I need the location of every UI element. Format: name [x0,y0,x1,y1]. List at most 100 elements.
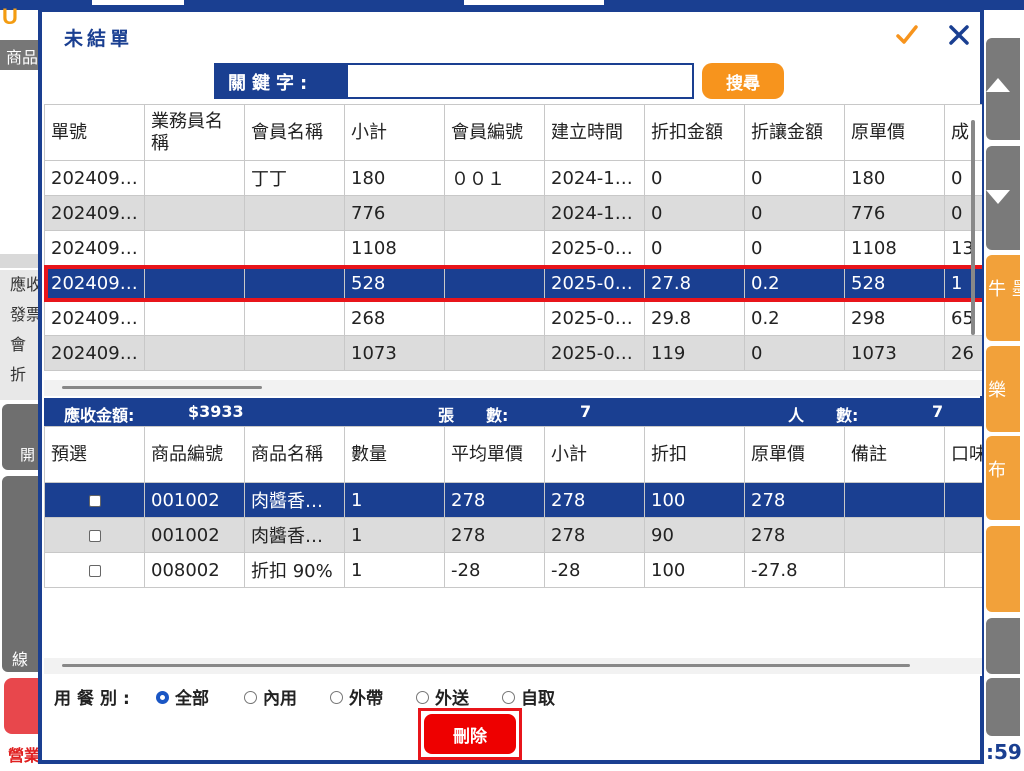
people-count-label: 人 數: [788,406,859,425]
category-button[interactable]: 布 [986,436,1020,520]
scroll-down-button[interactable] [986,146,1020,250]
table-cell: 26 [944,335,982,371]
table-row[interactable]: 202409… 268 2025-06… 29.8 0.2 298 65 [44,300,982,336]
table-cell [44,552,145,588]
items-grid: 預選商品編號商品名稱數量平均單價小計折扣原單價備註口味001002肉醬香腸…12… [44,426,982,588]
table-row[interactable]: 202409… 528 2025-06… 27.8 0.2 528 1 [44,264,982,302]
app-tab[interactable] [464,0,604,5]
column-header[interactable]: 成 [944,104,982,161]
meal-option-all[interactable]: 全部 [156,684,209,709]
table-cell: 278 [544,482,645,518]
column-header[interactable]: 小計 [344,104,445,161]
table-cell: -28 [544,552,645,588]
meal-option-pickup[interactable]: 自取 [502,684,555,709]
column-header[interactable]: 業務員名稱 [144,104,245,161]
column-header[interactable]: 會員編號 [444,104,545,161]
table-cell: 2025-06… [544,300,645,336]
category-button[interactable] [986,526,1020,612]
table-row[interactable]: 202409… 1073 2025-07… 119 0 1073 26 [44,335,982,371]
header-row: 預選商品編號商品名稱數量平均單價小計折扣原單價備註口味 [44,426,982,483]
table-cell [844,552,945,588]
preselect-checkbox[interactable] [88,529,101,542]
delete-button[interactable]: 刪除 [424,714,516,754]
table-cell [444,335,545,371]
table-cell: 1108 [344,230,445,266]
table-cell: 0 [944,195,982,231]
check-icon[interactable] [894,22,920,48]
table-cell: 0 [644,160,745,196]
table-cell: 278 [444,517,545,553]
column-header[interactable]: 口味 [944,426,982,483]
radio-icon [156,690,169,704]
table-cell: 202409… [44,300,145,336]
meal-option-takeout[interactable]: 外帶 [330,684,383,709]
items-table: 預選商品編號商品名稱數量平均單價小計折扣原單價備註口味001002肉醬香腸…12… [44,426,982,676]
table-cell [244,230,345,266]
table-row[interactable]: 202409… 丁丁 180 ００１ 2024-11… 0 0 180 0 [44,160,982,196]
category-button[interactable]: 樂 [986,346,1020,432]
table-cell: 001002 [144,482,245,518]
table-cell: 2025-06… [544,265,645,301]
table-cell [144,195,245,231]
table-cell: -27.8 [744,552,845,588]
unsettled-orders-dialog: 未結單 關鍵字: 搜尋 單號 業務員名稱 會員名稱 小計 會員編號 建立時間 折扣金額 折讓金… [38,8,984,764]
table-row[interactable]: 008002 折扣 90% 1 -28 -28 100 -27.8 [44,552,982,588]
column-header[interactable]: 會員名稱 [244,104,345,161]
scroll-up-button[interactable] [986,38,1020,140]
function-button[interactable] [986,678,1020,736]
preselect-checkbox[interactable] [88,564,101,577]
table-row[interactable]: 001002 肉醬香腸… 1 278 278 90 278 [44,517,982,553]
table-cell: 0 [744,230,845,266]
table-cell: 0 [644,195,745,231]
table-cell: 丁丁 [244,160,345,196]
column-header[interactable]: 小計 [544,426,645,483]
keyword-input[interactable] [346,63,694,99]
items-hscroll-thumb[interactable] [62,664,910,667]
column-header[interactable]: 預選 [44,426,145,483]
product-label: 商品 [0,40,40,70]
radio-icon [330,690,343,704]
column-header[interactable]: 商品名稱 [244,426,345,483]
meal-option-dine-in[interactable]: 內用 [244,684,297,709]
radio-icon [416,690,429,704]
orders-hscroll-thumb[interactable] [62,386,262,389]
column-header[interactable]: 折扣 [644,426,745,483]
table-cell: 298 [844,300,945,336]
column-header[interactable]: 數量 [344,426,445,483]
table-cell: 2025-02… [544,230,645,266]
app-tab[interactable] [92,0,184,5]
online-button[interactable]: 線上 [2,476,40,672]
category-button[interactable]: 牛 墨 [986,255,1020,341]
column-header[interactable]: 單號 [44,104,145,161]
column-header[interactable]: 原單價 [844,104,945,161]
people-count-value: 7 [932,402,944,421]
column-header[interactable]: 商品編號 [144,426,245,483]
column-header[interactable]: 原單價 [744,426,845,483]
orders-vscroll-thumb[interactable] [971,120,975,335]
table-cell [244,265,345,301]
column-header[interactable]: 折扣金額 [644,104,745,161]
column-header[interactable]: 建立時間 [544,104,645,161]
table-cell: 27.8 [644,265,745,301]
table-cell [444,265,545,301]
column-header[interactable]: 備註 [844,426,945,483]
table-cell: 001002 [144,517,245,553]
table-row[interactable]: 202409… 776 2024-12… 0 0 776 0 [44,195,982,231]
table-cell [844,517,945,553]
open-button[interactable]: 開 [2,404,40,470]
column-header[interactable]: 平均單價 [444,426,545,483]
preselect-checkbox[interactable] [88,494,101,507]
table-cell [144,160,245,196]
sheet-count-value: 7 [580,402,592,421]
table-cell: 528 [344,265,445,301]
discount-label: 折 [10,365,27,384]
close-icon[interactable] [946,22,972,48]
table-row[interactable]: 202409… 1108 2025-02… 0 0 1108 13 [44,230,982,266]
meal-option-delivery[interactable]: 外送 [416,684,469,709]
column-header[interactable]: 折讓金額 [744,104,845,161]
table-row[interactable]: 001002 肉醬香腸… 1 278 278 100 278 [44,482,982,518]
left-red-button[interactable] [4,678,40,734]
function-button[interactable] [986,618,1020,674]
table-cell: 202409… [44,265,145,301]
search-button[interactable]: 搜尋 [702,63,784,99]
